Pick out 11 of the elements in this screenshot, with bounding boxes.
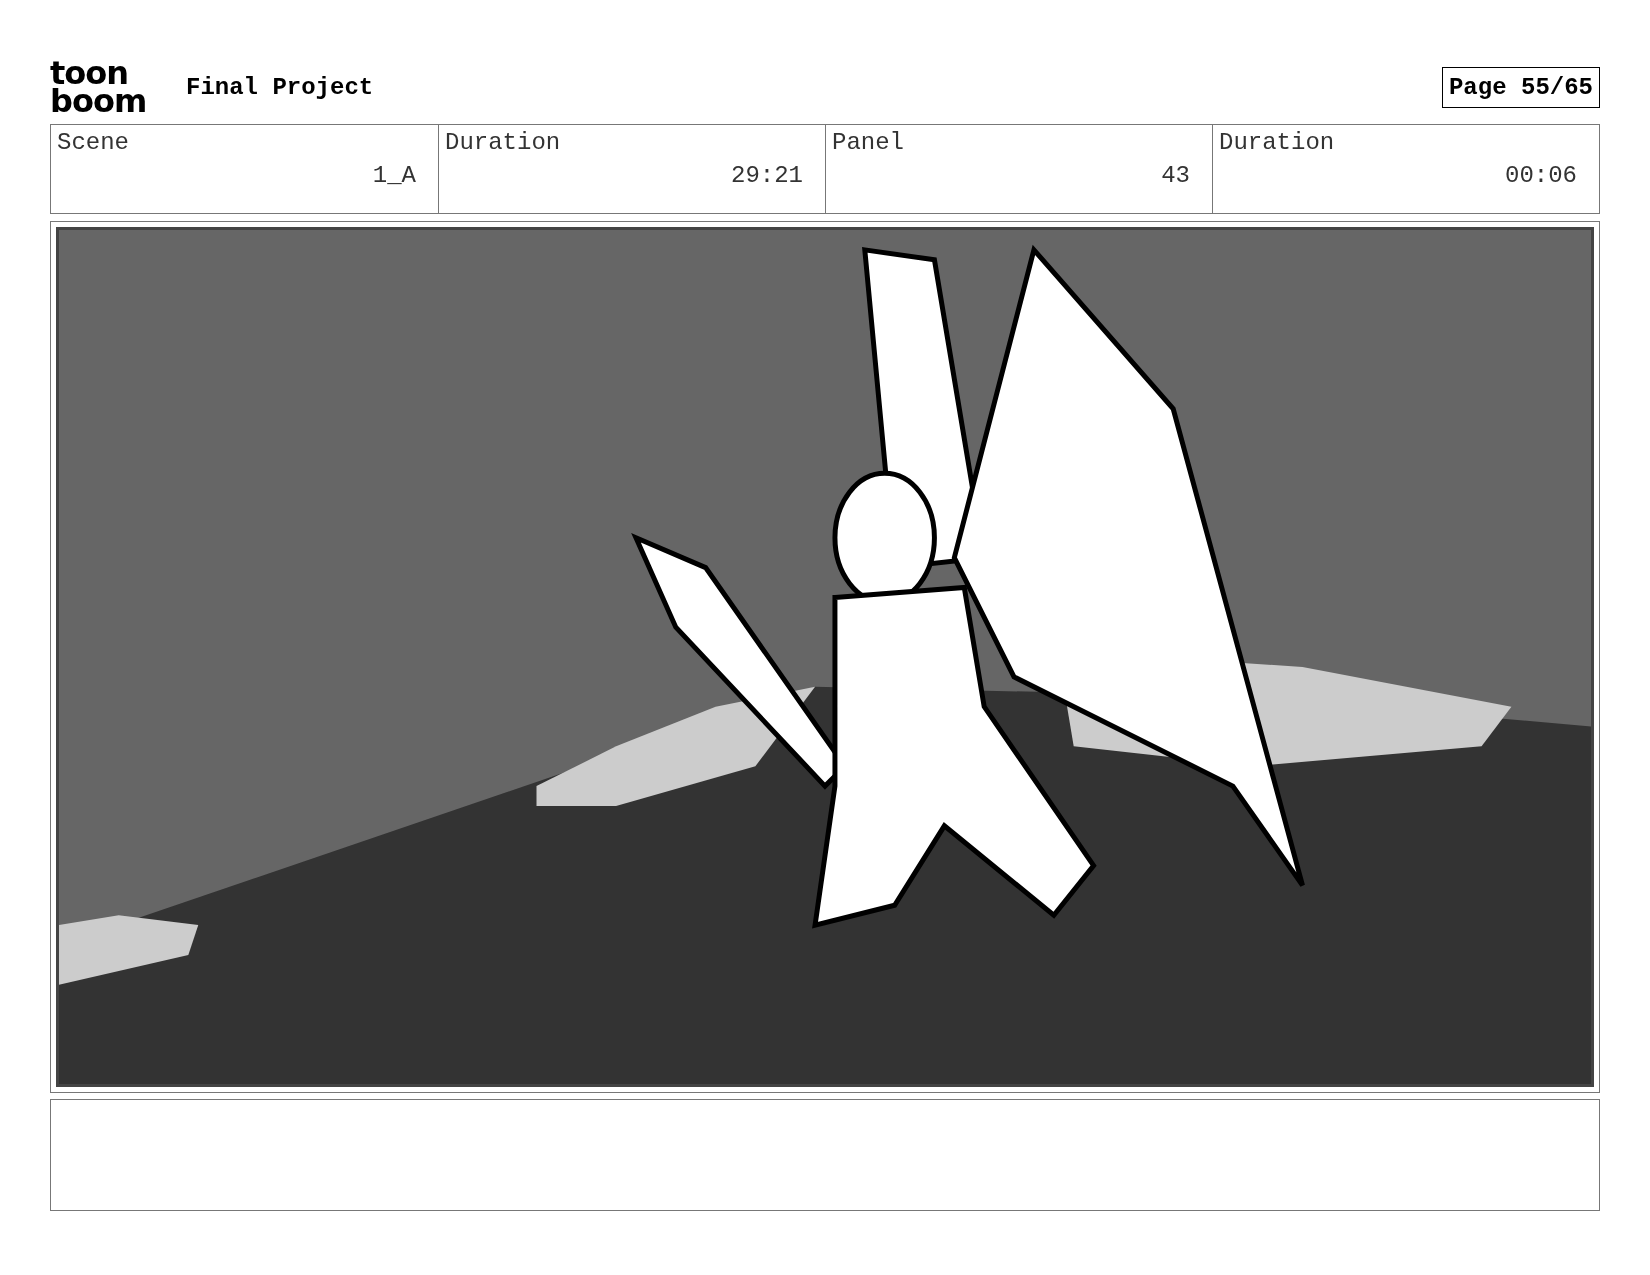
field-value: 00:06: [1505, 162, 1577, 189]
field-label: Scene: [57, 129, 129, 156]
page-number: Page 55/65: [1441, 66, 1600, 108]
logo: toon boom: [50, 59, 148, 115]
field-value: 29:21: [731, 162, 803, 189]
field-label: Duration: [445, 129, 561, 156]
field-value: 43: [1161, 162, 1190, 189]
project-title: Final Project: [186, 73, 375, 101]
field-label: Panel: [832, 129, 904, 156]
field-label: Duration: [1219, 129, 1335, 156]
field-value: 1_A: [372, 162, 416, 189]
